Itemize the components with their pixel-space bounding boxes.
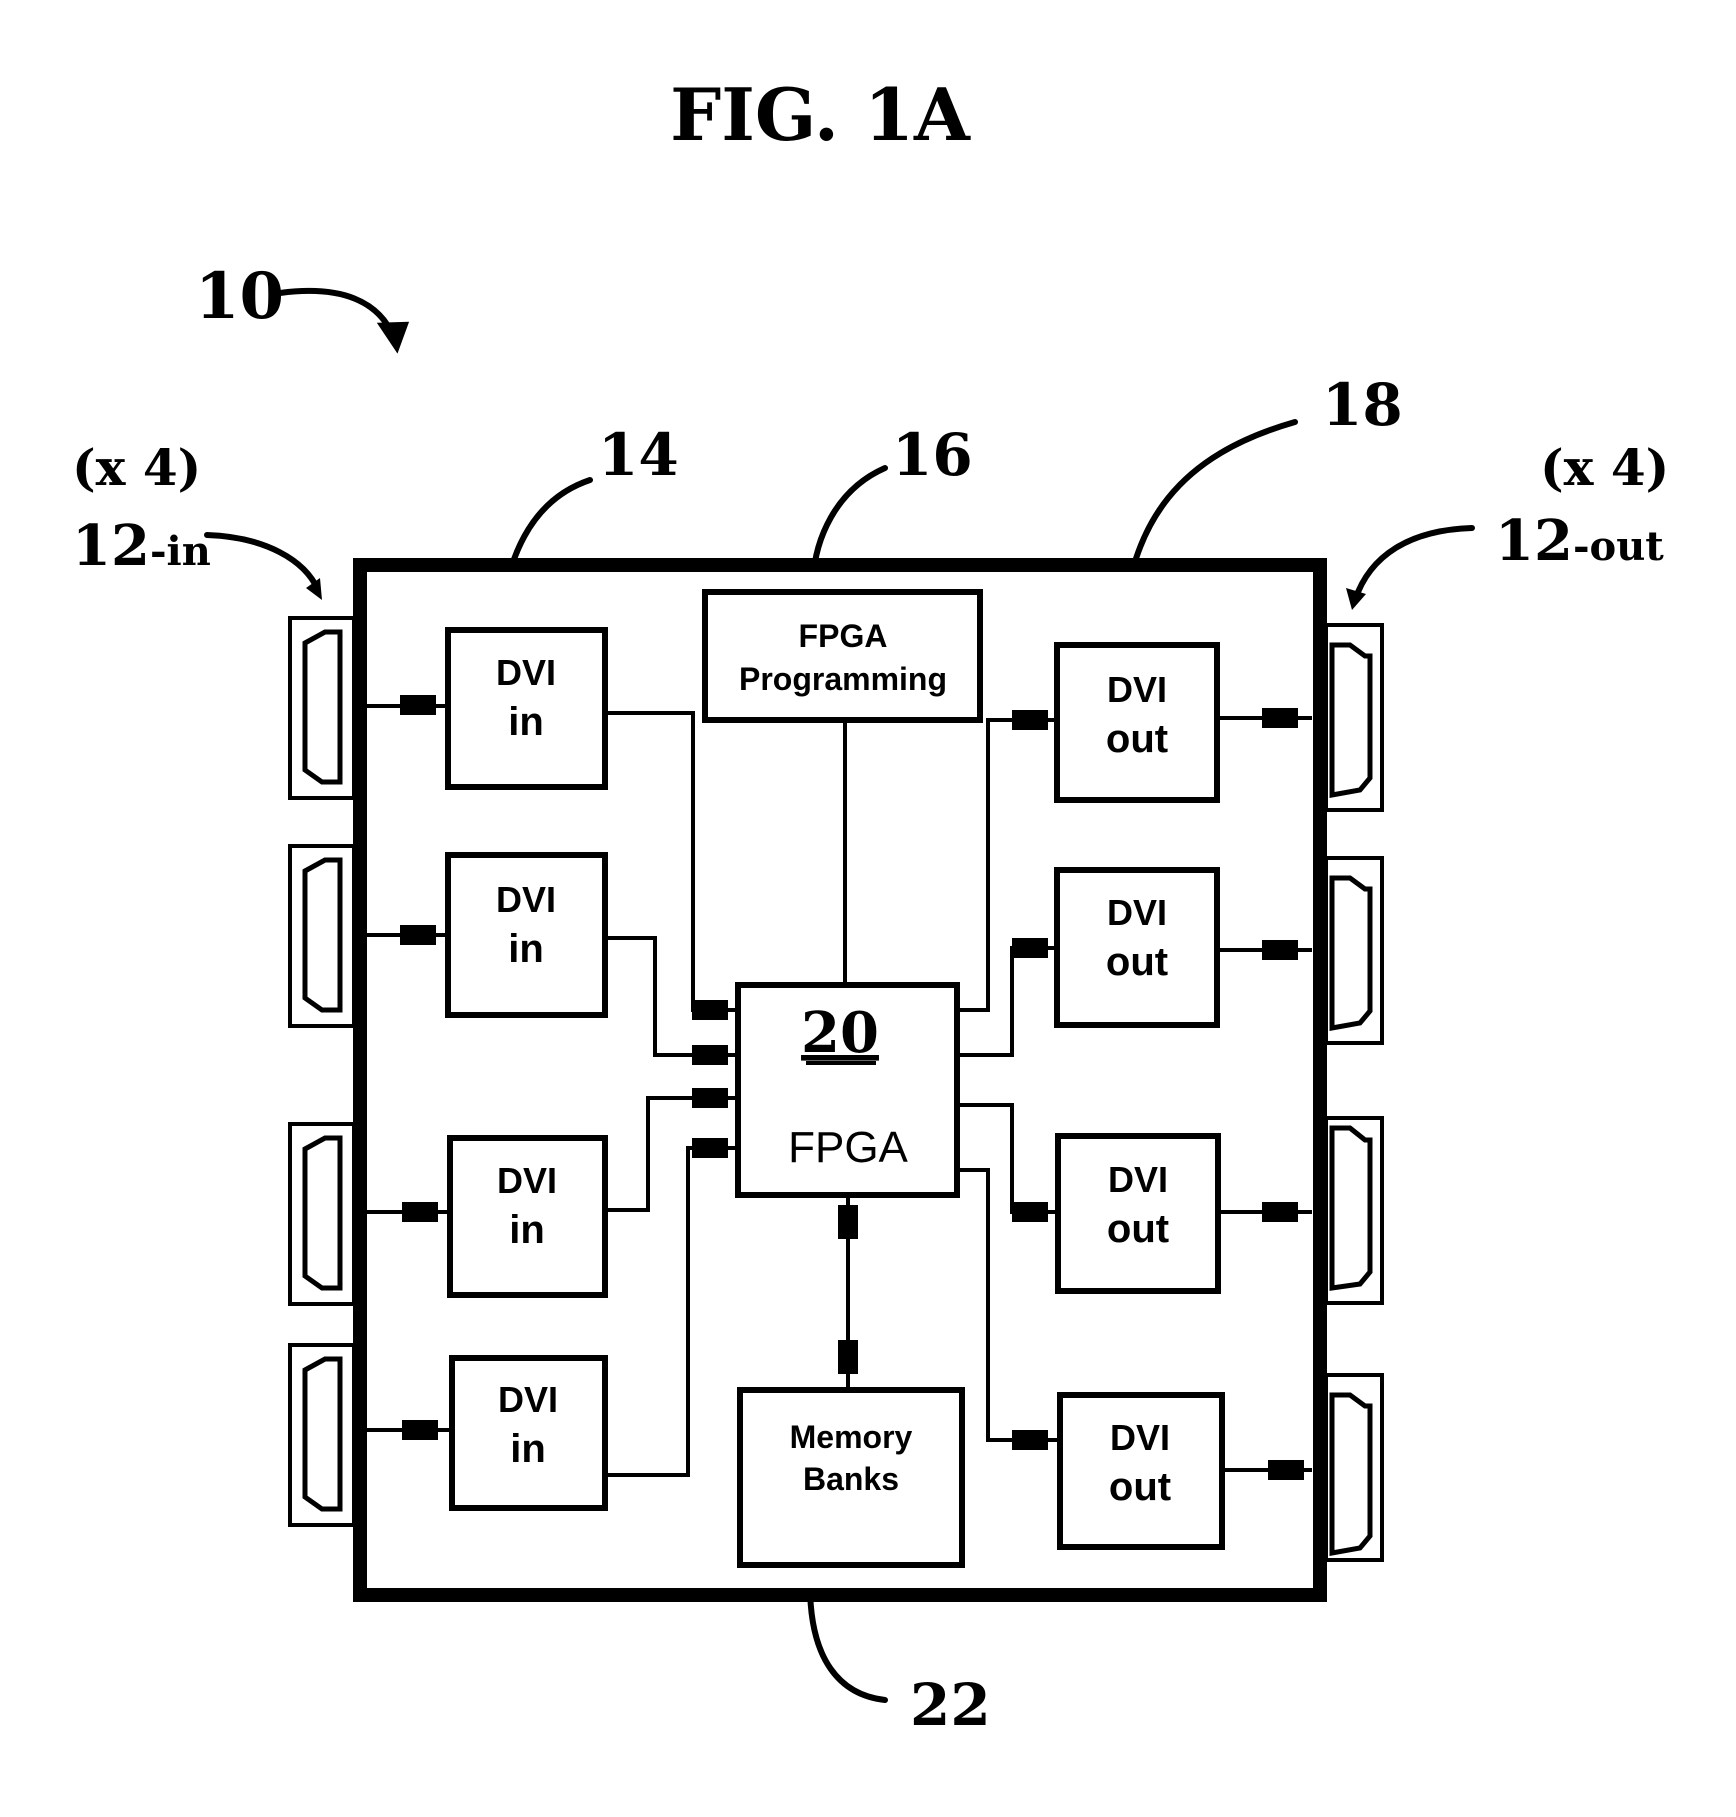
- plug-icon: [692, 1045, 728, 1065]
- dvi-output-port-2[interactable]: [1324, 856, 1384, 1045]
- ref-label-10: 10: [195, 259, 284, 334]
- ref-label-16: 16: [892, 421, 973, 489]
- plug-icon: [402, 1420, 438, 1440]
- plug-icon: [1262, 708, 1298, 728]
- dvi-in-block-3: DVI in: [447, 1135, 608, 1298]
- plug-icon: [1262, 1202, 1298, 1222]
- fpga-label: FPGA: [788, 1123, 908, 1172]
- ref-12-out-leader: [1352, 525, 1475, 603]
- dvi-in-2-label-line2: in: [508, 927, 544, 971]
- memory-label-line2: Banks: [803, 1461, 899, 1497]
- plug-icon: [400, 925, 436, 945]
- plug-icon: [838, 1205, 858, 1239]
- ref-label-14: 14: [598, 421, 679, 489]
- dvi-out-block-3: DVI out: [1055, 1133, 1221, 1294]
- plug-icon: [692, 1088, 728, 1108]
- figure-title: FIG. 1A: [670, 72, 971, 157]
- plug-icon: [692, 1000, 728, 1020]
- dvi-output-port-1[interactable]: [1324, 623, 1384, 812]
- plug-icon: [1012, 938, 1048, 958]
- in-multiplier-label: (x 4): [72, 438, 201, 497]
- plug-icon: [1012, 1202, 1048, 1222]
- output-connectors: [1324, 623, 1384, 1562]
- dvi-input-port-1[interactable]: [288, 616, 356, 800]
- memory-label-line1: Memory: [790, 1419, 913, 1455]
- ref-10-leader: [277, 287, 398, 343]
- ref-label-18: 18: [1322, 371, 1403, 439]
- dvi-out-3-label-line1: DVI: [1108, 1159, 1168, 1200]
- dvi-input-port-4[interactable]: [288, 1343, 356, 1527]
- fpga-block: 20 FPGA: [735, 982, 960, 1198]
- ref-12-in-suffix: -in: [150, 528, 211, 575]
- ref-12-out-number: 12: [1495, 508, 1573, 574]
- dvi-output-port-4[interactable]: [1324, 1373, 1384, 1562]
- fpga-programming-label-line2: Programming: [739, 661, 947, 697]
- dvi-out-3-label-line2: out: [1107, 1207, 1169, 1251]
- dvi-out-block-1: DVI out: [1054, 642, 1220, 803]
- dvi-in-block-2: DVI in: [445, 852, 608, 1018]
- dvi-out-2-label-line2: out: [1106, 940, 1168, 984]
- plug-icon: [838, 1340, 858, 1374]
- ref-22-leader: [807, 1582, 888, 1703]
- dvi-out-1-label-line2: out: [1106, 717, 1168, 761]
- out-multiplier-label: (x 4): [1540, 438, 1669, 497]
- dvi-input-port-3[interactable]: [288, 1122, 356, 1306]
- fpga-ref-number: 20: [801, 1000, 879, 1066]
- ref-12-out-arrowhead-icon: [1346, 588, 1366, 610]
- dvi-out-2-label-line1: DVI: [1107, 892, 1167, 933]
- ref-12-out-suffix: -out: [1573, 523, 1664, 570]
- dvi-in-4-label-line2: in: [510, 1427, 546, 1471]
- dvi-in-block-4: DVI in: [449, 1355, 608, 1511]
- dvi-in-block-1: DVI in: [445, 627, 608, 790]
- ref-label-22: 22: [910, 1671, 991, 1739]
- plug-icon: [1012, 710, 1048, 730]
- ref-10-arrowhead-icon: [376, 321, 410, 354]
- dvi-output-port-3[interactable]: [1324, 1116, 1384, 1305]
- dvi-out-block-4: DVI out: [1057, 1392, 1225, 1550]
- dvi-input-port-2[interactable]: [288, 844, 356, 1028]
- dvi-out-block-2: DVI out: [1054, 867, 1220, 1028]
- plug-icon: [1262, 940, 1298, 960]
- plug-icon: [402, 1202, 438, 1222]
- dvi-in-2-label-line1: DVI: [496, 879, 556, 920]
- plug-icon: [400, 695, 436, 715]
- ref-label-12-in: 12-in: [72, 513, 211, 579]
- plug-icon: [692, 1138, 728, 1158]
- dvi-in-1-label-line2: in: [508, 700, 544, 744]
- dvi-in-4-label-line1: DVI: [498, 1379, 558, 1420]
- dvi-in-3-label-line1: DVI: [497, 1160, 557, 1201]
- ref-12-in-number: 12: [72, 513, 150, 579]
- fpga-programming-block: FPGA Programming: [702, 589, 983, 723]
- dvi-in-3-label-line2: in: [509, 1208, 545, 1252]
- ref-12-in-leader: [204, 532, 321, 593]
- dvi-out-4-label-line1: DVI: [1110, 1417, 1170, 1458]
- fpga-programming-label-line1: FPGA: [799, 618, 888, 654]
- plug-icon: [1012, 1430, 1048, 1450]
- block-diagram: FIG. 1A 10 (x 4) 12-in (x 4) 12-out 14 1…: [72, 72, 1669, 1739]
- plug-icon: [1268, 1460, 1304, 1480]
- memory-banks-block: Memory Banks: [737, 1387, 965, 1568]
- dvi-in-1-label-line1: DVI: [496, 652, 556, 693]
- dvi-out-1-label-line1: DVI: [1107, 669, 1167, 710]
- dvi-out-4-label-line2: out: [1109, 1465, 1171, 1509]
- input-connectors: [288, 616, 356, 1527]
- ref-label-12-out: 12-out: [1495, 508, 1664, 574]
